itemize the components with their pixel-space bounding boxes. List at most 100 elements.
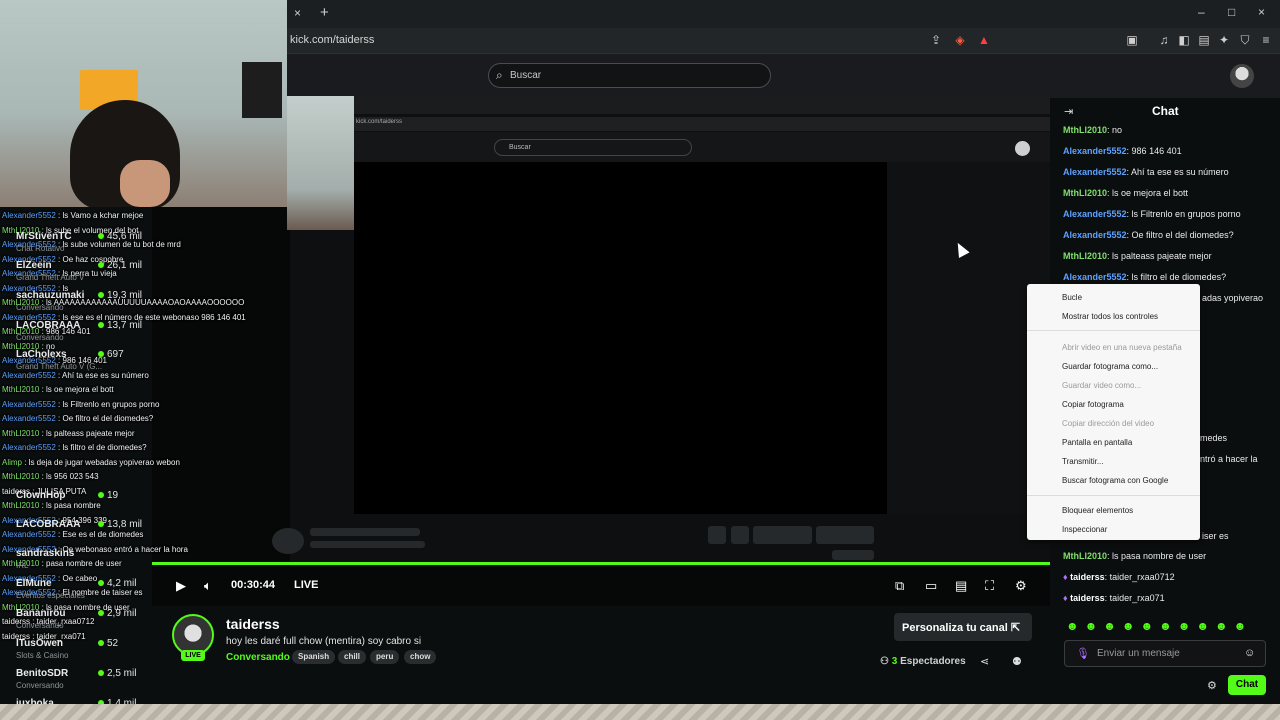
tag-peru[interactable]: peru bbox=[370, 650, 400, 664]
side-channel-name[interactable]: LaCholexs bbox=[16, 349, 67, 360]
live-label[interactable]: LIVE bbox=[294, 579, 318, 591]
send-chat-button[interactable]: Chat bbox=[1228, 675, 1266, 695]
context-menu-item[interactable]: Copiar fotograma bbox=[1062, 400, 1124, 409]
side-channel-name[interactable]: ClownHop bbox=[16, 490, 65, 501]
side-channel-viewers: 52 bbox=[98, 638, 118, 649]
overlay-chat-text: : Oe cabeo bbox=[55, 573, 98, 583]
chat-username[interactable]: MthLl2010 bbox=[1063, 125, 1107, 135]
pip-icon[interactable]: ▤ bbox=[955, 578, 967, 594]
context-menu-item[interactable]: Bloquear elementos bbox=[1062, 506, 1133, 515]
emote-bar[interactable]: ☻☻☻☻☻☻☻☻☻☻ bbox=[1066, 619, 1252, 633]
progress-bar[interactable] bbox=[152, 562, 1050, 565]
webcam-secondary bbox=[287, 96, 354, 230]
vpn-shield-icon[interactable]: ⛉ bbox=[1237, 33, 1253, 49]
context-menu-item: Abrir video en una nueva pestaña bbox=[1062, 343, 1182, 352]
rewards-icon[interactable]: ▲ bbox=[976, 33, 992, 49]
side-channel-name[interactable]: ElZeein bbox=[16, 260, 52, 271]
settings-icon[interactable]: ⚙ bbox=[1015, 578, 1027, 594]
side-channel-viewer-count: 19,3 mil bbox=[107, 290, 143, 301]
chat-username[interactable]: Alexander5552 bbox=[1063, 209, 1127, 219]
side-channel-name[interactable]: sandraskins bbox=[16, 548, 74, 559]
fullscreen-icon[interactable]: ⛶ bbox=[985, 578, 994, 594]
category-link[interactable]: Conversando bbox=[226, 652, 290, 663]
close-window-icon[interactable]: × bbox=[1258, 5, 1265, 19]
wallet-icon[interactable]: ▤ bbox=[1196, 33, 1212, 49]
inner-btn-blur bbox=[816, 526, 874, 544]
minimize-icon[interactable]: – bbox=[1198, 5, 1205, 19]
overlay-chat-line: Alexander5552 : ls Vamo a kchar mejoe bbox=[2, 211, 143, 220]
live-dot bbox=[98, 640, 104, 646]
url-text[interactable]: kick.com/taiderss bbox=[290, 34, 374, 46]
chat-username[interactable]: MthLl2010 bbox=[1063, 188, 1107, 198]
tag-spanish[interactable]: Spanish bbox=[292, 650, 336, 664]
chat-username[interactable]: MthLl2010 bbox=[1063, 251, 1107, 261]
tab-close-icon[interactable]: × bbox=[294, 6, 301, 20]
new-tab-icon[interactable]: + bbox=[320, 4, 329, 21]
chat-username[interactable]: Alexander5552 bbox=[1063, 146, 1127, 156]
side-channel-viewer-count: 13,7 mil bbox=[107, 320, 143, 331]
side-channel-name[interactable]: Bananirou bbox=[16, 608, 65, 619]
ai-icon[interactable]: ✦ bbox=[1216, 33, 1232, 49]
side-channel-name[interactable]: ITusOwen bbox=[16, 638, 63, 649]
chat-username[interactable]: taiderss bbox=[1070, 593, 1105, 603]
context-menu-item[interactable]: Inspeccionar bbox=[1062, 525, 1107, 534]
chat-message: Alexander5552: 986 146 401 bbox=[1063, 146, 1182, 156]
external-link-icon: ⇱ bbox=[1010, 622, 1021, 634]
chat-partial-text: iser es bbox=[1202, 531, 1229, 541]
clip-icon[interactable]: ⧉ bbox=[895, 578, 904, 594]
chat-username[interactable]: Alexander5552 bbox=[1063, 272, 1127, 282]
side-channel-name[interactable]: sachauzumaki bbox=[16, 290, 84, 301]
music-icon[interactable]: ♫ bbox=[1156, 33, 1172, 49]
chat-message: Alexander5552: Ahí ta ese es su número bbox=[1063, 167, 1229, 177]
chat-settings-icon[interactable]: ⚙ bbox=[1207, 679, 1217, 692]
chat-input-placeholder: Enviar un mensaje bbox=[1097, 648, 1180, 659]
tag-chow[interactable]: chow bbox=[404, 650, 437, 664]
side-channel-category: Conversando bbox=[16, 333, 64, 342]
volume-icon[interactable]: 🔈︎ bbox=[204, 578, 212, 594]
side-channel-name[interactable]: LACOBRAAA bbox=[16, 519, 80, 530]
context-menu-item[interactable]: Mostrar todos los controles bbox=[1062, 312, 1158, 321]
collapse-chat-icon[interactable]: ⇥ bbox=[1064, 105, 1073, 118]
context-menu-item[interactable]: Transmitir... bbox=[1062, 457, 1103, 466]
context-menu-item[interactable]: Bucle bbox=[1062, 293, 1082, 302]
share-stream-icon[interactable]: ⋖ bbox=[980, 655, 989, 668]
sidebar-icon[interactable]: ◧ bbox=[1176, 33, 1192, 49]
theater-icon[interactable]: ▭ bbox=[925, 578, 937, 594]
overlay-chat-line: Alimp : ls deja de jugar webadas yopiver… bbox=[2, 458, 180, 467]
side-channel-name[interactable]: MrStivenTC bbox=[16, 231, 72, 242]
follow-icon[interactable]: ⚉ bbox=[1012, 655, 1022, 668]
chat-username[interactable]: Alexander5552 bbox=[1063, 230, 1127, 240]
live-dot bbox=[98, 670, 104, 676]
chat-partial-text: ntró a hacer la bbox=[1200, 454, 1258, 464]
user-avatar[interactable] bbox=[1230, 64, 1254, 88]
side-channel-category: Conversando bbox=[16, 621, 64, 630]
menu-icon[interactable]: ≡ bbox=[1258, 33, 1274, 49]
chat-message: Alexander5552: ls filtro el de diomedes? bbox=[1063, 272, 1226, 282]
mic-icon[interactable]: 🎙︎ bbox=[1076, 647, 1090, 660]
brave-shield-icon[interactable]: ◈ bbox=[952, 33, 968, 49]
play-icon[interactable]: ▶ bbox=[176, 578, 186, 594]
inner-search-text: Buscar bbox=[509, 144, 531, 151]
chat-username[interactable]: MthLl2010 bbox=[1063, 551, 1107, 561]
customize-channel-button[interactable]: Personaliza tu canal ⇱ bbox=[894, 613, 1032, 641]
reader-icon[interactable]: ▣ bbox=[1124, 33, 1140, 49]
chat-username[interactable]: taiderss bbox=[1070, 572, 1105, 582]
overlay-chat-user: Alexander5552 bbox=[2, 443, 56, 452]
context-menu-item[interactable]: Guardar fotograma como... bbox=[1062, 362, 1158, 371]
side-channel-viewers: 45,6 mil bbox=[98, 231, 142, 242]
side-channel-category: Conversando bbox=[16, 303, 64, 312]
side-channel-name[interactable]: LACOBRAAA bbox=[16, 320, 80, 331]
context-menu-item[interactable]: Pantalla en pantalla bbox=[1062, 438, 1132, 447]
streamer-name[interactable]: taiderss bbox=[226, 616, 280, 632]
chat-username[interactable]: Alexander5552 bbox=[1063, 167, 1127, 177]
context-menu-separator bbox=[1027, 495, 1200, 496]
inner-avatar bbox=[1015, 141, 1030, 156]
tag-chill[interactable]: chill bbox=[338, 650, 367, 664]
emoji-icon[interactable]: ☺ bbox=[1244, 647, 1255, 659]
overlay-chat-text: : ls palteass pajeate mejor bbox=[39, 428, 135, 438]
maximize-icon[interactable]: □ bbox=[1228, 5, 1235, 19]
side-channel-name[interactable]: ElMune bbox=[16, 578, 52, 589]
context-menu-item[interactable]: Buscar fotograma con Google bbox=[1062, 476, 1168, 485]
side-channel-name[interactable]: BenitoSDR bbox=[16, 668, 68, 679]
share-icon[interactable]: ⇪ bbox=[928, 33, 944, 49]
